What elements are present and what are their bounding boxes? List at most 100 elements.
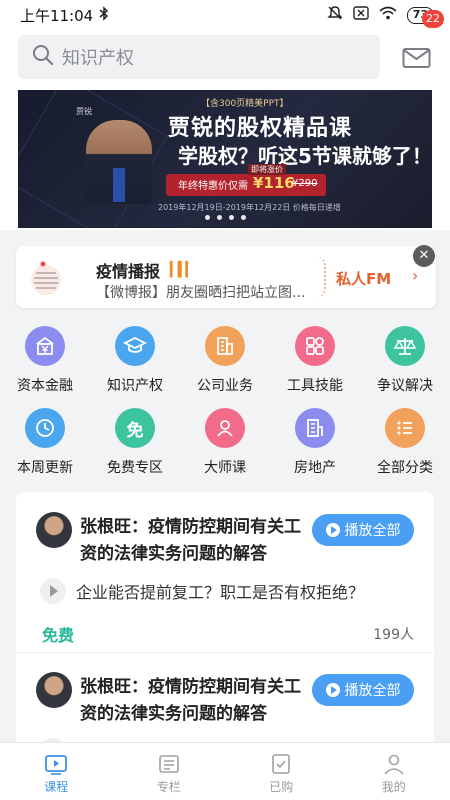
header: 知识产权 (0, 30, 450, 90)
news-headline: 【微博报】朋友圈晒扫把站立图... (96, 285, 306, 301)
lesson-item[interactable]: 企业能否提前复工？职工是否有权拒绝？ (40, 578, 364, 604)
sim-off-icon (352, 6, 369, 24)
category-label: 争议解决 (377, 378, 433, 394)
banner-title: 贾锐的股权精品课 (168, 116, 353, 141)
avatar (36, 672, 72, 708)
tab-3[interactable]: 已购 (225, 743, 338, 800)
category-label: 大师课 (204, 460, 246, 476)
tab-label: 已购 (269, 780, 294, 794)
audio-wave-icon: ▎▍▎ (170, 262, 196, 278)
wifi-icon (379, 6, 397, 24)
listener-count: 199人 (373, 627, 414, 643)
tab-label: 课程 (44, 780, 69, 794)
money-icon (25, 326, 65, 366)
status-left: 上午11:04 (20, 5, 109, 26)
course-list: 张根旺：疫情防控期间有关工资的法律实务问题的解答 播放全部 企业能否提前复工？职工是… (16, 492, 434, 752)
banner-subtitle: 学股权？听这5节课就够了！ (178, 144, 432, 168)
play-all-button[interactable]: 播放全部 (312, 514, 414, 546)
news-logo-icon (30, 258, 74, 298)
category-label: 本周更新 (17, 460, 73, 476)
private-fm-link[interactable]: 私人FM (336, 268, 391, 289)
price-tag: 免费 (42, 626, 75, 645)
category-10[interactable]: 全部分类 (360, 404, 450, 480)
tab-1[interactable]: 课程 (0, 743, 113, 800)
news-title: 疫情播报 (96, 262, 161, 281)
profile-icon (382, 753, 406, 775)
mail-icon (402, 48, 432, 74)
play-all-label: 播放全部 (344, 683, 401, 699)
chevron-right-icon: › (412, 266, 419, 285)
free-icon: 免 (115, 408, 155, 448)
avatar (36, 512, 72, 548)
status-time: 上午11:04 (20, 6, 94, 25)
bluetooth-icon (99, 5, 109, 25)
banner-speaker-photo (86, 120, 152, 204)
mute-icon (326, 5, 343, 25)
banner-tag: 【含300页精美PPT】 (201, 99, 289, 109)
clock-icon (25, 408, 65, 448)
tab-4[interactable]: 我的 (338, 743, 450, 800)
banner-dot[interactable] (240, 215, 246, 220)
tab-label: 我的 (381, 780, 406, 794)
banner-speaker-name: 贾锐 (76, 107, 92, 116)
purchased-icon (269, 753, 293, 775)
category-label: 工具技能 (287, 378, 343, 394)
banner-date: 2019年12月19日-2019年12月22日 价格每日递增 (158, 203, 341, 212)
category-grid: 资本金融 知识产权 公司业务 工具技能 争议解决 本周更新免免费专区 大师课 房地产 全部分类 (0, 322, 450, 482)
category-label: 资本金融 (17, 378, 73, 394)
video-icon (44, 753, 68, 775)
play-all-button[interactable]: 播放全部 (312, 674, 414, 706)
apartment-icon (295, 408, 335, 448)
scales-icon (385, 326, 425, 366)
bottom-tab-bar: 课程 专栏 已购 我的 (0, 742, 450, 800)
category-label: 免费专区 (107, 460, 163, 476)
banner-old-price: ¥290 (292, 178, 318, 189)
status-right: 73 (326, 5, 434, 25)
close-icon[interactable]: ✕ (413, 245, 435, 267)
banner-pagination[interactable] (18, 215, 432, 220)
app-screen: 上午11:04 73 知识产权 22 贾锐 【含300页精美PPT】 贾锐的股权… (0, 0, 450, 800)
search-icon (32, 44, 54, 70)
banner-dot[interactable] (204, 215, 210, 220)
course-item[interactable]: 张根旺：疫情防控期间有关工资的法律实务问题的解答播放全部企业能否提前复工？职工是… (16, 492, 434, 653)
search-placeholder: 知识产权 (62, 48, 134, 69)
category-label: 房地产 (294, 460, 336, 476)
category-8[interactable]: 大师课 (180, 404, 270, 480)
banner-dot[interactable] (228, 215, 234, 220)
category-label: 全部分类 (377, 460, 433, 476)
category-6[interactable]: 本周更新 (0, 404, 90, 480)
category-3[interactable]: 公司业务 (180, 322, 270, 398)
play-all-label: 播放全部 (344, 523, 401, 539)
building-icon (205, 326, 245, 366)
lesson-title: 企业能否提前复工？职工是否有权拒绝？ (76, 583, 365, 602)
mail-button[interactable] (402, 46, 432, 70)
banner-price-label: 年终特惠价仅需 (178, 181, 248, 192)
status-bar: 上午11:04 73 (0, 0, 450, 30)
mail-badge: 22 (422, 10, 444, 28)
category-9[interactable]: 房地产 (270, 404, 360, 480)
list-icon (385, 408, 425, 448)
banner-dot[interactable] (216, 215, 222, 220)
news-broadcast-card[interactable]: 疫情播报 ▎▍▎ 【微博报】朋友圈晒扫把站立图... 私人FM › (16, 246, 436, 308)
play-icon (325, 683, 340, 697)
tab-label: 专栏 (156, 780, 181, 794)
radio-dial-decoration (316, 256, 326, 298)
search-input[interactable]: 知识产权 (18, 35, 380, 79)
category-2[interactable]: 知识产权 (90, 322, 180, 398)
tab-2[interactable]: 专栏 (113, 743, 226, 800)
column-icon (157, 753, 181, 775)
category-7[interactable]: 免免费专区 (90, 404, 180, 480)
lesson-play-icon (40, 578, 66, 604)
banner-price: ¥116 (253, 174, 295, 192)
category-5[interactable]: 争议解决 (360, 322, 450, 398)
graduation-cap-icon (115, 326, 155, 366)
course-title: 张根旺：疫情防控期间有关工资的法律实务问题的解答 (80, 677, 301, 724)
banner-section: 贾锐 【含300页精美PPT】 贾锐的股权精品课 学股权？听这5节课就够了！ 即… (0, 90, 450, 230)
category-label: 知识产权 (107, 378, 163, 394)
play-icon (325, 523, 340, 537)
category-1[interactable]: 资本金融 (0, 322, 90, 398)
course-item[interactable]: 张根旺：疫情防控期间有关工资的法律实务问题的解答播放全部企业能否提前复工？职工是… (16, 652, 434, 752)
category-4[interactable]: 工具技能 (270, 322, 360, 398)
person-icon (205, 408, 245, 448)
promo-banner[interactable]: 贾锐 【含300页精美PPT】 贾锐的股权精品课 学股权？听这5节课就够了！ 即… (18, 90, 432, 228)
